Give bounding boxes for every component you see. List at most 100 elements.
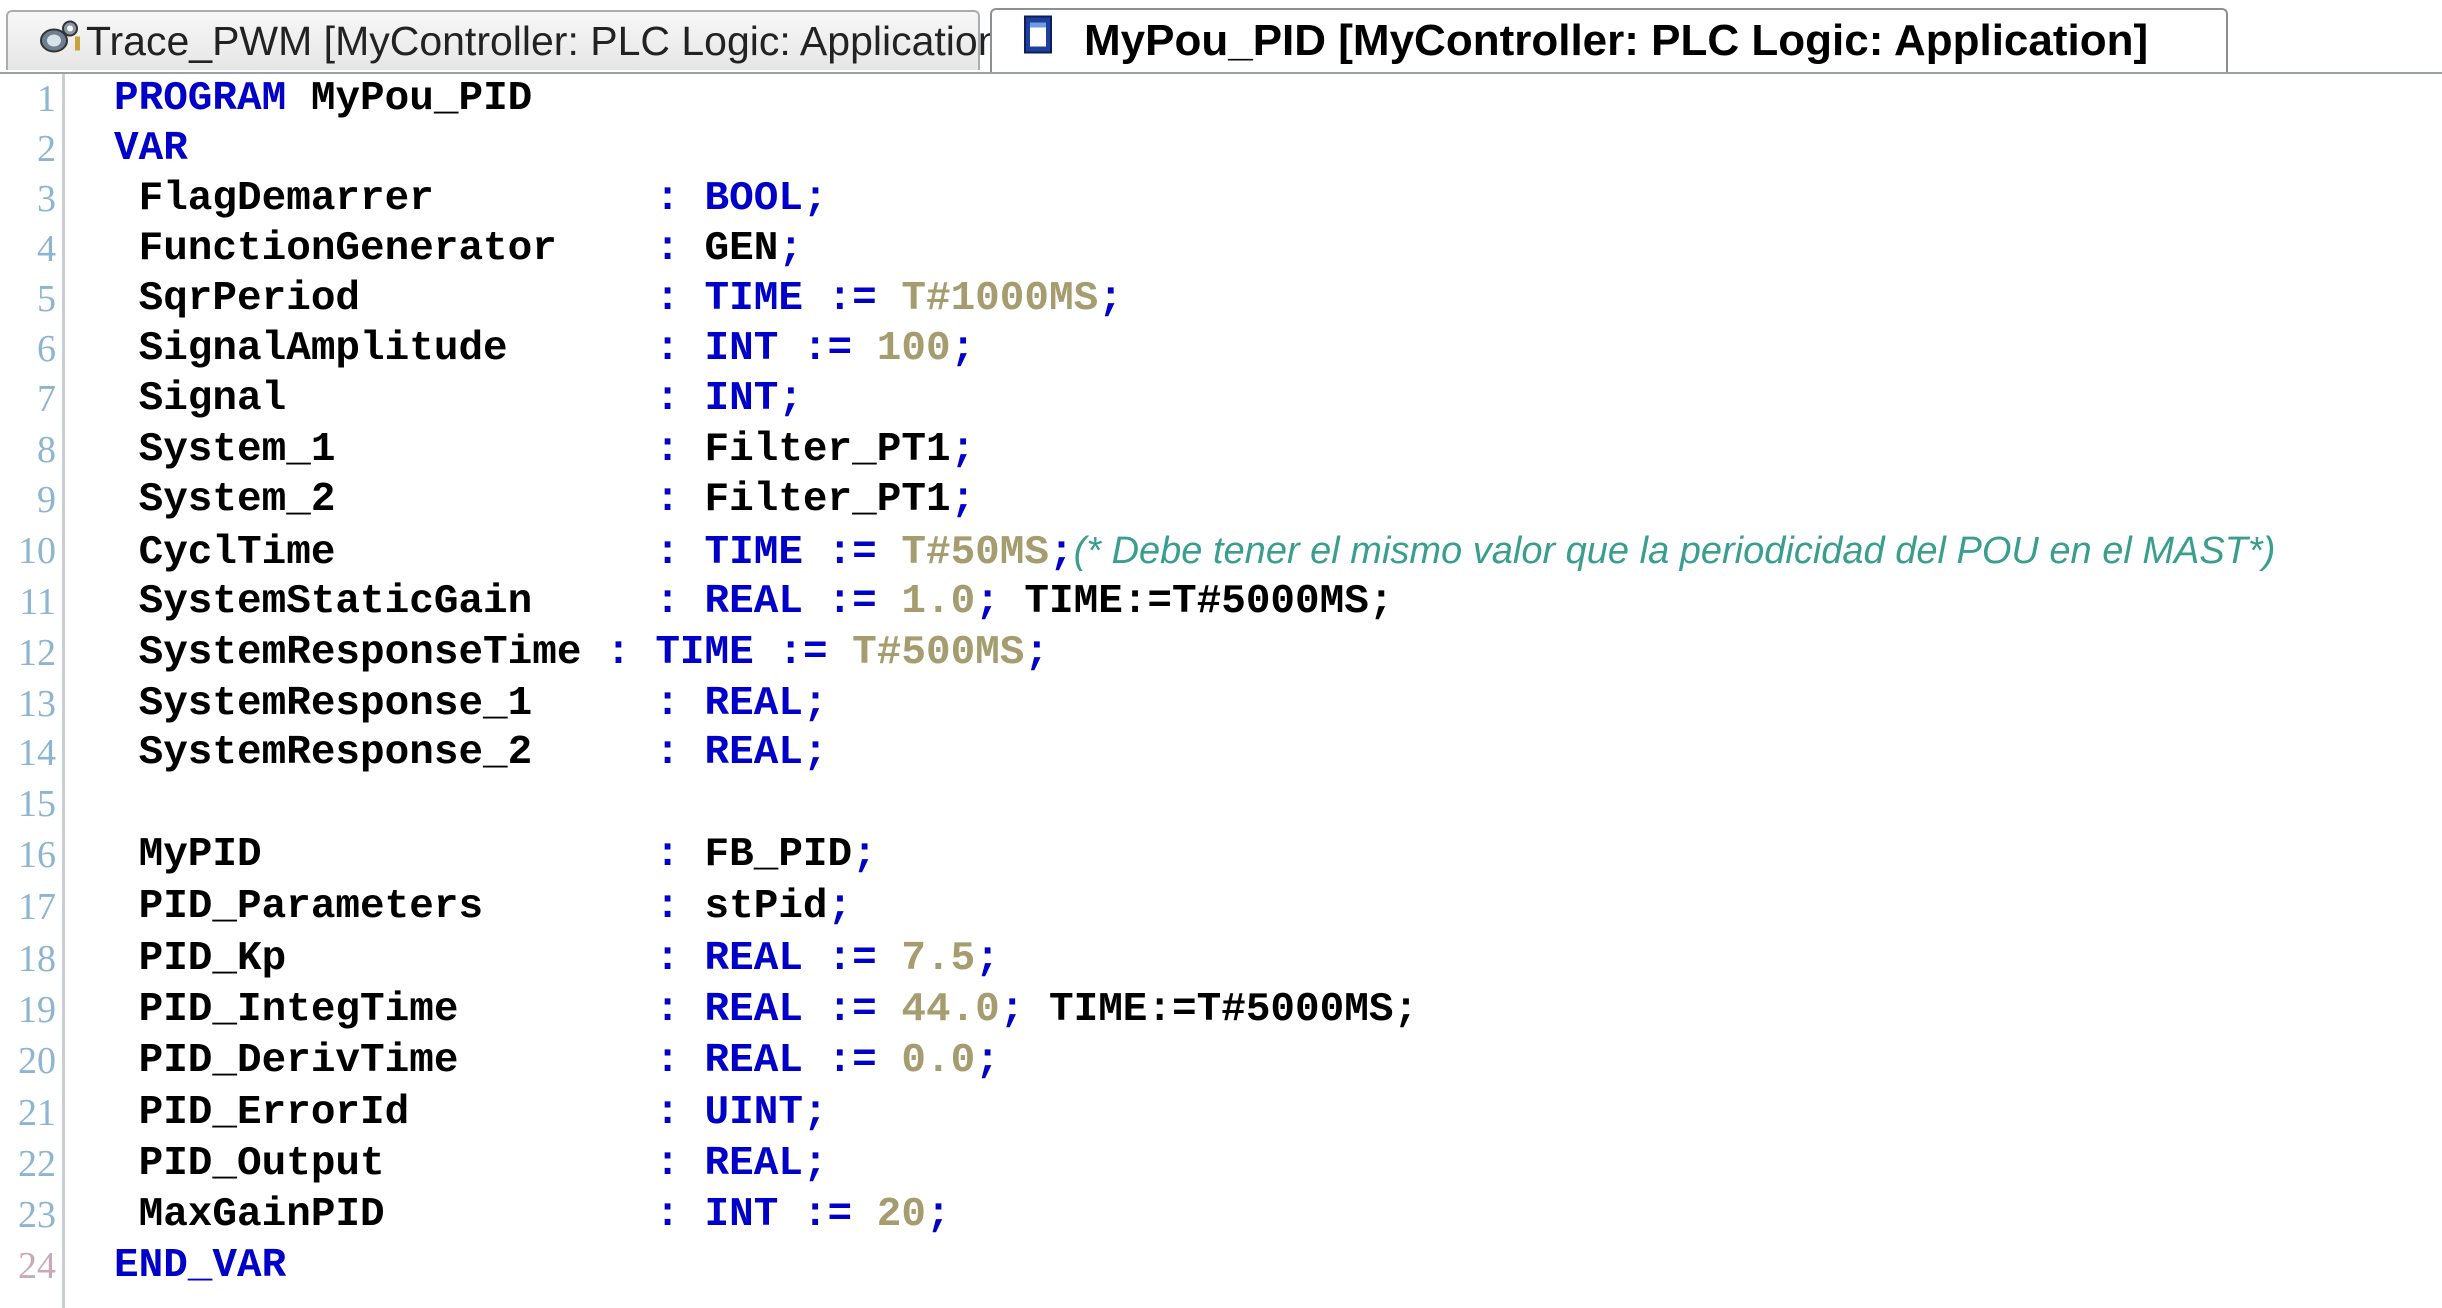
code-text[interactable]: SystemStaticGain : REAL := 1.0; TIME:=T#… [114, 577, 1394, 627]
code-line[interactable]: 18 PID_Kp : REAL := 7.5; [0, 934, 2442, 984]
code-text[interactable]: SqrPeriod : TIME := T#1000MS; [114, 274, 1123, 324]
code-text[interactable]: CyclTime : TIME := T#50MS;(* Debe tener … [114, 526, 2276, 576]
code-line[interactable]: 9 System_2 : Filter_PT1; [0, 475, 2442, 525]
code-token: : [655, 477, 705, 523]
code-keyword: REAL [704, 730, 803, 776]
code-token: SystemResponseTime [114, 630, 607, 676]
code-line[interactable]: 3 FlagDemarrer : BOOL; [0, 174, 2442, 224]
code-text[interactable]: PID_IntegTime : REAL := 44.0; TIME:=T#50… [114, 985, 1418, 1035]
code-keyword: END_VAR [114, 1243, 287, 1289]
line-number: 22 [18, 1143, 56, 1185]
code-token: := [753, 630, 853, 676]
code-token: ; [1098, 276, 1123, 322]
tab-mypou-pid[interactable]: MyPou_PID [MyController: PLC Logic: Appl… [990, 8, 2228, 72]
code-line[interactable]: 19 PID_IntegTime : REAL := 44.0; TIME:=T… [0, 985, 2442, 1035]
tab-label: MyPou_PID [MyController: PLC Logic: Appl… [1084, 16, 2149, 65]
code-editor[interactable]: 1 PROGRAM MyPou_PID 2 VAR 3 FlagDemarrer : B… [0, 74, 2442, 1308]
code-line[interactable]: 11 SystemStaticGain : REAL := 1.0; TIME:… [0, 577, 2442, 627]
code-text[interactable]: FlagDemarrer : BOOL; [114, 174, 828, 224]
code-token: stPid [704, 884, 828, 930]
code-text[interactable]: MaxGainPID : INT := 20; [114, 1190, 951, 1240]
line-number: 23 [18, 1194, 56, 1236]
line-number: 11 [19, 581, 56, 623]
code-text[interactable]: MyPID : FB_PID; [114, 830, 877, 880]
code-text[interactable]: VAR [114, 124, 188, 174]
code-token: CyclTime [114, 530, 656, 576]
code-text[interactable]: PID_Parameters : stPid; [114, 882, 853, 932]
code-line[interactable]: 8 System_1 : Filter_PT1; [0, 425, 2442, 475]
code-token: : [655, 579, 705, 625]
line-number: 12 [18, 632, 56, 674]
code-keyword: PROGRAM [114, 76, 287, 122]
code-line[interactable]: 7 Signal : INT; [0, 374, 2442, 424]
code-keyword: REAL [704, 681, 803, 727]
code-text[interactable]: FunctionGenerator : GEN; [114, 224, 803, 274]
code-token: ; [925, 1192, 951, 1238]
code-line[interactable]: 22 PID_Output : REAL; [0, 1139, 2442, 1189]
code-line[interactable]: 24 END_VAR [0, 1241, 2442, 1291]
code-token: : [655, 226, 705, 272]
code-line[interactable]: 12 SystemResponseTime : TIME := T#500MS; [0, 628, 2442, 678]
code-token: PID_DerivTime [114, 1038, 656, 1084]
tab-trace-pwm[interactable]: Trace_PWM [MyController: PLC Logic: Appl… [6, 10, 1012, 70]
line-number: 2 [37, 128, 56, 170]
code-text[interactable]: Signal : INT; [114, 374, 803, 424]
code-line[interactable]: 20 PID_DerivTime : REAL := 0.0; [0, 1036, 2442, 1086]
code-text[interactable]: PID_DerivTime : REAL := 0.0; [114, 1036, 1000, 1086]
code-token: SignalAmplitude [114, 326, 656, 372]
code-text[interactable]: PROGRAM MyPou_PID [114, 74, 532, 124]
editor-tab-strip: Trace_PWM [MyController: PLC Logic: Appl… [0, 0, 2442, 74]
line-number: 5 [37, 278, 56, 320]
code-keyword: REAL [704, 1038, 803, 1084]
line-number: 10 [18, 530, 56, 572]
code-literal: 20 [876, 1192, 926, 1238]
code-line[interactable]: 10 CyclTime : TIME := T#50MS;(* Debe ten… [0, 526, 2442, 576]
code-token: : [655, 681, 705, 727]
code-text[interactable]: PID_Kp : REAL := 7.5; [114, 934, 1000, 984]
code-token: := [802, 579, 902, 625]
pou-document-icon [1022, 15, 1056, 68]
code-token: : [655, 276, 705, 322]
code-line[interactable]: 21 PID_ErrorId : UINT; [0, 1088, 2442, 1138]
code-literal: 0.0 [901, 1038, 976, 1084]
code-token: PID_Output [114, 1141, 656, 1187]
code-token: PID_Kp [114, 936, 656, 982]
code-keyword: BOOL [704, 176, 803, 222]
code-text[interactable]: PID_Output : REAL; [114, 1139, 828, 1189]
code-text[interactable]: System_2 : Filter_PT1; [114, 475, 976, 525]
code-text[interactable]: SystemResponse_1 : REAL; [114, 679, 828, 729]
code-token: System_1 [114, 427, 656, 473]
line-number: 16 [18, 834, 56, 876]
code-token: PID_ErrorId [114, 1090, 656, 1136]
code-line[interactable]: 5 SqrPeriod : TIME := T#1000MS; [0, 274, 2442, 324]
code-text[interactable]: SystemResponseTime : TIME := T#500MS; [114, 628, 1049, 678]
code-line[interactable]: 14 SystemResponse_2 : REAL; [0, 728, 2442, 778]
code-line[interactable]: 1 PROGRAM MyPou_PID [0, 74, 2442, 124]
code-keyword: REAL [704, 579, 803, 625]
code-token: ; [852, 832, 877, 878]
code-line[interactable]: 23 MaxGainPID : INT := 20; [0, 1190, 2442, 1240]
code-line[interactable]: 4 FunctionGenerator : GEN; [0, 224, 2442, 274]
code-literal: 7.5 [901, 936, 976, 982]
code-text[interactable]: PID_ErrorId : UINT; [114, 1088, 828, 1138]
code-line[interactable]: 2 VAR [0, 124, 2442, 174]
code-line[interactable]: 13 SystemResponse_1 : REAL; [0, 679, 2442, 729]
code-text[interactable]: SystemResponse_2 : REAL; [114, 728, 828, 778]
code-text[interactable]: END_VAR [114, 1241, 286, 1291]
code-keyword: REAL [704, 936, 803, 982]
code-text[interactable]: System_1 : Filter_PT1; [114, 425, 976, 475]
code-line[interactable]: 15 [0, 779, 2442, 829]
code-token: : [655, 1141, 705, 1187]
code-token: ; [950, 477, 976, 523]
code-token: Filter_PT1 [704, 477, 951, 523]
code-line[interactable]: 6 SignalAmplitude : INT := 100; [0, 324, 2442, 374]
code-token: : [655, 987, 705, 1033]
code-token: : [655, 936, 705, 982]
code-line[interactable]: 17 PID_Parameters : stPid; [0, 882, 2442, 932]
code-keyword: TIME [704, 530, 803, 576]
code-token: : [655, 1090, 705, 1136]
code-line[interactable]: 16 MyPID : FB_PID; [0, 830, 2442, 880]
code-literal: 100 [876, 326, 951, 372]
line-number: 24 [18, 1245, 56, 1287]
code-text[interactable]: SignalAmplitude : INT := 100; [114, 324, 976, 374]
